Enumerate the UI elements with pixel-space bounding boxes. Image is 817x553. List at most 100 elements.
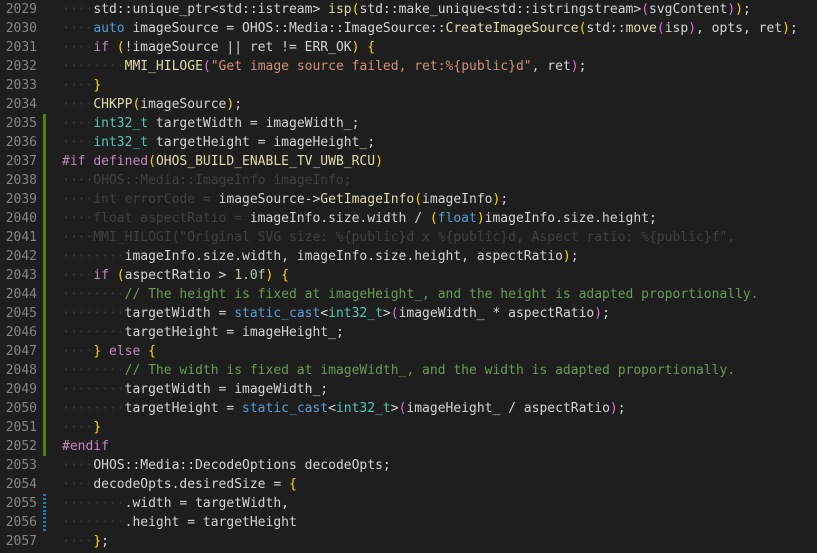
code-line[interactable]: 2031 ····if (!imageSource || ret != ERR_O… xyxy=(0,38,817,57)
gutter-added-marker[interactable] xyxy=(43,399,46,418)
gutter-added-marker[interactable] xyxy=(43,437,46,456)
code-text[interactable]: ········MMI_HILOGE("Get image source fai… xyxy=(62,57,586,76)
code-token: if xyxy=(93,40,109,55)
gutter-added-marker[interactable] xyxy=(43,304,46,323)
code-line[interactable]: 2030 ····auto imageSource = OHOS::Media::… xyxy=(0,19,817,38)
code-token: ) xyxy=(476,211,485,226)
code-line[interactable]: 2037 #if defined(OHOS_BUILD_ENABLE_TV_UWB… xyxy=(0,152,817,171)
code-text[interactable]: #if defined(OHOS_BUILD_ENABLE_TV_UWB_RCU… xyxy=(62,152,383,171)
code-token: ) xyxy=(609,401,618,416)
gutter-added-marker[interactable] xyxy=(43,209,46,228)
code-line[interactable]: 2038 ····OHOS::Media::ImageInfo imageInfo… xyxy=(0,171,817,190)
code-token: auto xyxy=(93,21,125,36)
code-text[interactable]: ········targetHeight = static_cast<int32… xyxy=(62,399,626,418)
code-line[interactable]: 2048 ········// The width is fixed at ima… xyxy=(0,361,817,380)
code-token: .width = targetWidth, xyxy=(124,496,289,511)
code-line[interactable]: 2033 ····} xyxy=(0,76,817,95)
code-token: GetImageInfo xyxy=(320,192,415,207)
code-token: ( xyxy=(429,211,438,226)
code-line[interactable]: 2055 ········.width = targetWidth, xyxy=(0,494,817,513)
code-text[interactable]: ········targetHeight = imageHeight_; xyxy=(62,323,344,342)
code-text[interactable]: ····MMI_HILOGI("Original SVG size: %{pub… xyxy=(62,228,735,247)
code-text[interactable]: ········// The width is fixed at imageWi… xyxy=(62,361,735,380)
gutter-added-marker[interactable] xyxy=(43,171,46,190)
code-text[interactable]: ····} xyxy=(62,76,101,95)
code-text[interactable]: ····OHOS::Media::DecodeOptions decodeOpt… xyxy=(62,456,391,475)
code-token: ( xyxy=(202,59,211,74)
code-line[interactable]: 2047 ····} else { xyxy=(0,342,817,361)
code-line[interactable]: 2046 ········targetHeight = imageHeight_; xyxy=(0,323,817,342)
gutter-added-marker[interactable] xyxy=(43,361,46,380)
code-line[interactable]: 2035 ····int32_t targetWidth = imageWidth… xyxy=(0,114,817,133)
gutter-added-marker[interactable] xyxy=(43,114,46,133)
code-text[interactable]: ····int32_t targetHeight = imageHeight_; xyxy=(62,133,375,152)
code-line[interactable]: 2056 ········.height = targetHeight xyxy=(0,513,817,532)
code-text[interactable]: ········imageInfo.size.width, imageInfo.… xyxy=(62,247,579,266)
code-text[interactable]: ····}; xyxy=(62,532,109,551)
code-line[interactable]: 2044 ········// The height is fixed at im… xyxy=(0,285,817,304)
code-editor[interactable]: 2029 ····std::unique_ptr<std::istream> is… xyxy=(0,0,817,553)
code-line[interactable]: 2049 ········targetWidth = imageWidth_; xyxy=(0,380,817,399)
gutter-added-marker[interactable] xyxy=(43,342,46,361)
gutter-added-marker[interactable] xyxy=(43,133,46,152)
code-text[interactable]: ····decodeOpts.desiredSize = { xyxy=(62,475,297,494)
code-text[interactable]: ········.width = targetWidth, xyxy=(62,494,289,513)
code-line[interactable]: 2054 ····decodeOpts.desiredSize = { xyxy=(0,475,817,494)
code-line[interactable]: 2039 ····int errorCode = imageSource->Get… xyxy=(0,190,817,209)
code-line[interactable]: 2040 ····float aspectRatio = imageInfo.si… xyxy=(0,209,817,228)
code-line[interactable]: 2034 ····CHKPP(imageSource); xyxy=(0,95,817,114)
gutter-added-marker[interactable] xyxy=(43,228,46,247)
code-text[interactable]: ········// The height is fixed at imageH… xyxy=(62,285,759,304)
code-text[interactable]: ····std::unique_ptr<std::istream> isp (st… xyxy=(62,0,751,19)
code-text[interactable]: ····} xyxy=(62,418,101,437)
code-token: imageInfo.size.width / xyxy=(249,211,430,226)
gutter-modified-marker[interactable] xyxy=(43,513,46,532)
code-text[interactable]: ····} else { xyxy=(62,342,156,361)
code-token: CreateImageSource xyxy=(445,21,579,36)
gutter-modified-marker[interactable] xyxy=(43,494,46,513)
code-token: { xyxy=(281,268,289,283)
code-line[interactable]: 2029 ····std::unique_ptr<std::istream> is… xyxy=(0,0,817,19)
code-token: defined xyxy=(93,154,149,169)
code-line[interactable]: 2053 ····OHOS::Media::DecodeOptions decod… xyxy=(0,456,817,475)
code-text[interactable]: ····float aspectRatio = imageInfo.size.w… xyxy=(62,209,657,228)
code-text[interactable]: ········targetWidth = static_cast<int32_… xyxy=(62,304,610,323)
gutter-added-marker[interactable] xyxy=(43,266,46,285)
code-token: ( xyxy=(656,21,665,36)
code-token: .height = targetHeight xyxy=(124,515,297,530)
gutter-added-marker[interactable] xyxy=(43,247,46,266)
code-line[interactable]: 2032 ········MMI_HILOGE("Get image source… xyxy=(0,57,817,76)
code-text[interactable]: ····if (aspectRatio > 1.0f) { xyxy=(62,266,289,285)
code-line[interactable]: 2051 ····} xyxy=(0,418,817,437)
gutter-added-marker[interactable] xyxy=(43,323,46,342)
code-token: < xyxy=(328,401,336,416)
code-text[interactable]: ····OHOS::Media::ImageInfo imageInfo; xyxy=(62,171,352,190)
code-text[interactable]: ····auto imageSource = OHOS::Media::Imag… xyxy=(62,19,798,38)
gutter-added-marker[interactable] xyxy=(43,285,46,304)
whitespace-marker: ···· xyxy=(62,2,94,17)
code-text[interactable]: ····CHKPP(imageSource); xyxy=(62,95,242,114)
code-token: { xyxy=(367,40,376,55)
code-token: imageWidth_ * aspectRatio xyxy=(398,306,595,321)
code-text[interactable]: ········targetWidth = imageWidth_; xyxy=(62,380,328,399)
gutter-added-marker[interactable] xyxy=(43,380,46,399)
code-token: } xyxy=(93,420,102,435)
code-text[interactable]: ····if (!imageSource || ret != ERR_OK) { xyxy=(62,38,375,57)
code-text[interactable]: ····int errorCode = imageSource->GetImag… xyxy=(62,190,508,209)
code-line[interactable]: 2043 ····if (aspectRatio > 1.0f) { xyxy=(0,266,817,285)
code-line[interactable]: 2050 ········targetHeight = static_cast<i… xyxy=(0,399,817,418)
code-line[interactable]: 2042 ········imageInfo.size.width, imageI… xyxy=(0,247,817,266)
gutter-added-marker[interactable] xyxy=(43,190,46,209)
code-line[interactable]: 2057 ····}; xyxy=(0,532,817,551)
gutter-added-marker[interactable] xyxy=(43,152,46,171)
line-number: 2031 xyxy=(5,40,37,55)
whitespace-marker: ···· xyxy=(93,401,125,416)
code-text[interactable]: #endif xyxy=(62,437,109,456)
code-line[interactable]: 2045 ········targetWidth = static_cast<in… xyxy=(0,304,817,323)
code-line[interactable]: 2036 ····int32_t targetHeight = imageHeig… xyxy=(0,133,817,152)
code-line[interactable]: 2052 #endif xyxy=(0,437,817,456)
code-line[interactable]: 2041 ····MMI_HILOGI("Original SVG size: %… xyxy=(0,228,817,247)
code-text[interactable]: ········.height = targetHeight xyxy=(62,513,297,532)
gutter-added-marker[interactable] xyxy=(43,418,46,437)
code-text[interactable]: ····int32_t targetWidth = imageWidth_; xyxy=(62,114,359,133)
